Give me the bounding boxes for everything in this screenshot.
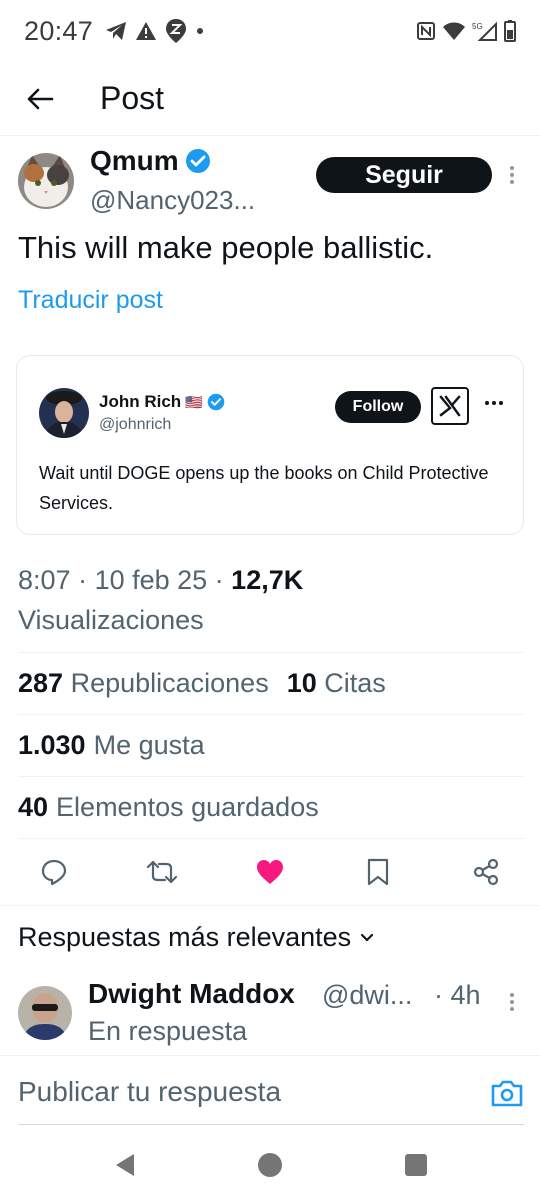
status-time: 20:47 [24,15,94,46]
divider [18,652,524,653]
x-logo-button[interactable] [431,387,469,425]
reply-context: En respuesta [88,1016,248,1046]
bookmarks-stat[interactable]: 40 Elementos guardados [18,792,319,823]
author-handle[interactable]: @Nancy023... [90,185,255,216]
reposts-quotes-row: 287 Republicaciones 10 Citas [18,668,386,699]
reply-button[interactable] [34,852,74,892]
repost-button[interactable] [142,852,182,892]
reposts-label: Republicaciones [70,668,269,698]
replies-sort-dropdown[interactable]: Respuestas más relevantes [18,922,375,953]
bookmark-button[interactable] [358,852,398,892]
embedded-author-name-text: John Rich [99,392,182,411]
share-button[interactable] [466,852,506,892]
post-actions-bar [0,852,540,892]
more-options-icon[interactable] [504,163,520,187]
battery-icon [504,20,516,42]
embedded-author-name[interactable]: John Rich 🇺🇸 [99,392,225,412]
post-date: 10 feb 25 [94,565,208,595]
reply-input[interactable]: Publicar tu respuesta [18,1076,281,1108]
embedded-more-icon[interactable] [483,396,505,410]
meta-separator: · [70,565,95,595]
embedded-follow-button[interactable]: Follow [335,391,421,423]
translate-post-link[interactable]: Traducir post [18,286,163,315]
composer-underline [18,1124,524,1125]
us-flag: 🇺🇸 [185,393,203,410]
replies-heading-text: Respuestas más relevantes [18,922,352,952]
post-time: 8:07 [18,565,71,595]
post-text: This will make people ballistic. [18,230,434,265]
back-triangle-icon[interactable] [112,1152,138,1178]
verified-badge-icon [185,149,210,173]
status-left-icons [105,18,205,44]
reply-icon [41,859,67,886]
reply-author-avatar[interactable] [18,986,72,1040]
reply-item[interactable]: Dwight Maddox @dwi... · 4h En respuesta [0,978,540,1054]
svg-text:5G: 5G [472,22,483,31]
system-nav-bar [0,1130,540,1200]
bookmarks-count: 40 [18,792,49,822]
views-count: 12,7K [231,565,304,595]
divider [18,838,524,839]
divider [18,776,524,777]
bookmarks-label: Elementos guardados [56,792,319,822]
bookmark-icon [367,858,389,886]
status-right-icons: 5G [416,20,516,42]
home-circle-icon[interactable] [257,1152,283,1178]
repost-icon [146,860,178,884]
likes-stat[interactable]: 1.030 Me gusta [18,730,205,761]
reply-author-name[interactable]: Dwight Maddox [88,978,295,1010]
person-avatar-image [18,986,72,1040]
embedded-author-handle[interactable]: @johnrich [99,416,171,434]
reply-author-handle[interactable]: @dwi... [322,980,412,1011]
reposts-stat[interactable]: 287 Republicaciones [18,668,269,699]
reposts-count: 287 [18,668,64,698]
author-name-text: Qmum [90,145,179,176]
embedded-post-text: Wait until DOGE opens up the books on Ch… [39,463,489,513]
like-button[interactable] [250,852,290,892]
chevron-down-icon [361,933,374,942]
post-meta: 8:07 · 10 feb 25 · 12,7K Visualizaciones [18,560,528,640]
likes-label: Me gusta [93,730,205,760]
person-avatar-image [39,388,89,438]
section-divider [0,905,540,906]
wifi-icon [443,22,465,40]
x-logo-icon [439,395,461,417]
status-bar: 20:47 5G [0,0,540,62]
back-button[interactable] [20,79,60,119]
embedded-author-avatar[interactable] [39,388,89,438]
author-avatar[interactable] [18,153,74,209]
dot-icon [197,28,204,34]
recents-square-icon[interactable] [403,1152,429,1178]
follow-button[interactable]: Seguir [316,157,492,193]
embedded-post-card[interactable]: John Rich 🇺🇸 @johnrich Follow Wait until… [16,355,524,535]
arrow-left-icon [27,88,54,109]
nfc-icon [417,22,435,40]
author-row: Qmum @Nancy023... Seguir [0,145,540,225]
telegram-icon [106,22,127,40]
reply-more-icon[interactable] [504,990,520,1014]
location-z-icon [166,19,187,43]
cat-avatar-image [18,153,74,209]
reply-time: · 4h [434,980,481,1010]
quotes-count: 10 [286,668,317,698]
likes-count: 1.030 [18,730,86,760]
camera-icon[interactable] [490,1078,524,1108]
quotes-stat[interactable]: 10 Citas [287,668,386,699]
reply-composer: Publicar tu respuesta [0,1055,540,1125]
warning-icon [136,22,157,40]
author-name[interactable]: Qmum [90,145,211,177]
share-icon [473,858,499,886]
page-title: Post [100,80,165,116]
signal-5g-icon: 5G [472,21,497,41]
views-label: Visualizaciones [18,605,204,635]
post-header: Post [0,62,540,136]
meta-separator: · [207,565,232,595]
quotes-label: Citas [324,668,386,698]
like-icon [257,860,283,884]
divider [18,714,524,715]
verified-badge-icon [207,393,224,411]
